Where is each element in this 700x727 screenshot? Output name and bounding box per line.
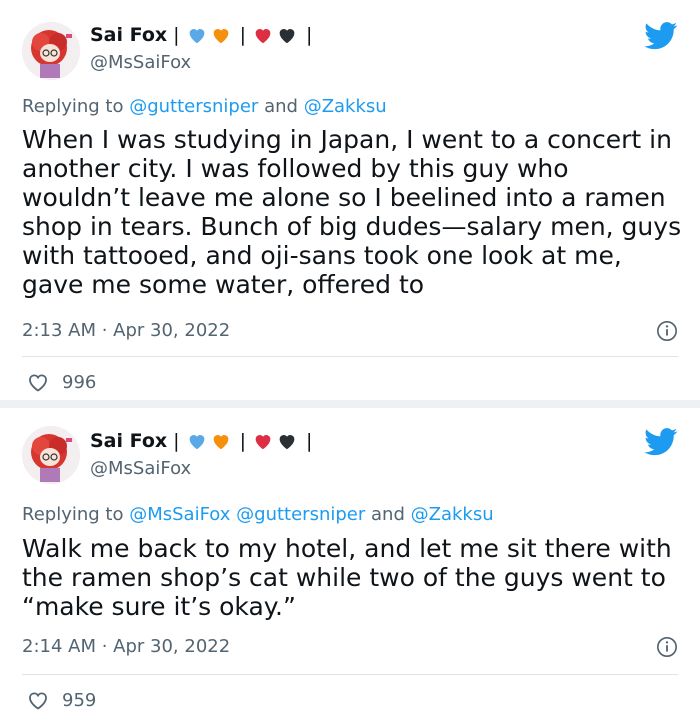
- handle[interactable]: @MsSaiFox: [90, 52, 191, 73]
- name-separator: |: [239, 24, 246, 46]
- reply-connector: and: [371, 504, 405, 525]
- red-heart-emoji: [255, 29, 271, 44]
- like-button[interactable]: 959: [26, 688, 96, 712]
- black-heart-emoji: [279, 435, 295, 450]
- name-separator: |: [305, 24, 313, 46]
- heart-icon[interactable]: [26, 370, 50, 394]
- info-icon[interactable]: [656, 636, 678, 658]
- red-heart-emoji: [255, 435, 271, 450]
- replying-to: Replying to @guttersniper and @Zakksu: [22, 96, 387, 117]
- heart-icon[interactable]: [26, 688, 50, 712]
- tweet-gap: [0, 400, 700, 408]
- mention-link[interactable]: @Zakksu: [304, 96, 387, 117]
- name-separator: |: [239, 430, 246, 452]
- mention-link[interactable]: @guttersniper: [236, 504, 365, 525]
- tweet-card: Sai Fox | | | @MsSaiFox Replying to @MsS…: [0, 408, 700, 727]
- reply-prefix: Replying to: [22, 504, 124, 525]
- avatar[interactable]: [22, 426, 80, 484]
- orange-heart-emoji: [213, 435, 228, 450]
- twitter-bird-icon[interactable]: [644, 22, 678, 50]
- timestamp[interactable]: 2:13 AM · Apr 30, 2022: [22, 320, 230, 341]
- orange-heart-emoji: [213, 29, 228, 44]
- blue-heart-emoji: [189, 29, 204, 44]
- tweet-text: When I was studying in Japan, I went to …: [22, 125, 682, 299]
- black-heart-emoji: [279, 29, 295, 44]
- mention-link[interactable]: @MsSaiFox: [129, 504, 230, 525]
- display-name[interactable]: Sai Fox: [90, 24, 167, 46]
- like-count: 959: [62, 689, 97, 711]
- timestamp[interactable]: 2:14 AM · Apr 30, 2022: [22, 636, 230, 657]
- like-count: 996: [62, 371, 97, 393]
- replying-to: Replying to @MsSaiFox @guttersniper and …: [22, 504, 494, 525]
- twitter-bird-icon[interactable]: [644, 428, 678, 456]
- divider: [22, 674, 678, 675]
- blue-heart-emoji: [189, 435, 204, 450]
- name-separator: |: [173, 24, 180, 46]
- divider: [22, 356, 678, 357]
- mention-link[interactable]: @Zakksu: [411, 504, 494, 525]
- handle[interactable]: @MsSaiFox: [90, 458, 191, 479]
- like-button[interactable]: 996: [26, 370, 96, 394]
- mention-link[interactable]: @guttersniper: [129, 96, 258, 117]
- author-row: Sai Fox | | |: [90, 428, 318, 454]
- info-icon[interactable]: [656, 320, 678, 342]
- display-name[interactable]: Sai Fox: [90, 430, 167, 452]
- name-separator: |: [173, 430, 180, 452]
- name-separator: |: [305, 430, 313, 452]
- avatar[interactable]: [22, 22, 80, 80]
- reply-prefix: Replying to: [22, 96, 124, 117]
- reply-connector: and: [264, 96, 298, 117]
- author-row: Sai Fox | | |: [90, 22, 318, 48]
- tweet-text: Walk me back to my hotel, and let me sit…: [22, 534, 672, 621]
- tweet-card: Sai Fox | | | @MsSaiFox Replying to @gut…: [0, 0, 700, 400]
